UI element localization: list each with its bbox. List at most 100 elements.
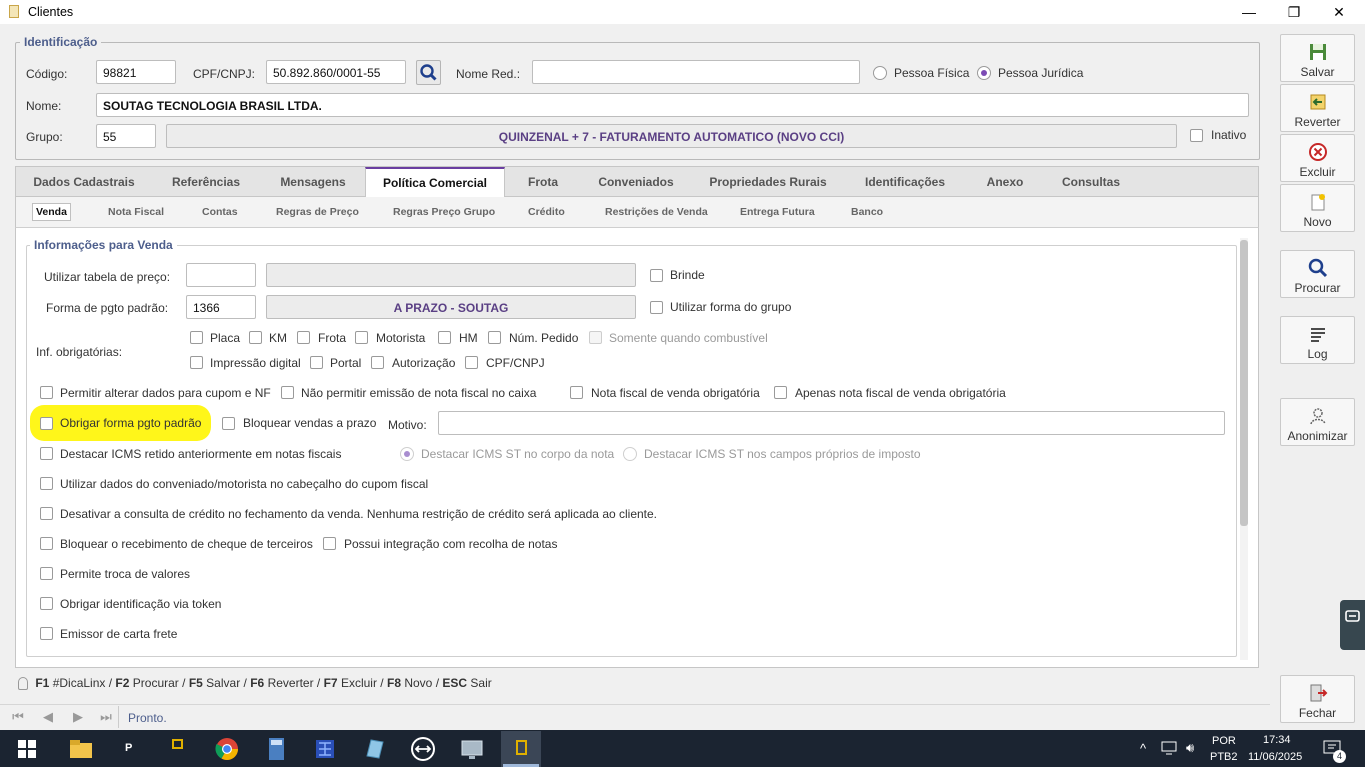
volume-icon[interactable]: 🔊︎ xyxy=(1186,740,1194,756)
clock-date[interactable]: 11/06/2025 xyxy=(1248,751,1302,763)
subtab-regras-preco[interactable]: Regras de Preço xyxy=(276,206,359,218)
subtab-credito[interactable]: Crédito xyxy=(528,206,565,218)
tab-identificacoes[interactable]: Identificações xyxy=(851,167,959,198)
inf-motorista-checkbox[interactable] xyxy=(355,331,368,344)
tab-politica-comercial[interactable]: Política Comercial xyxy=(365,167,505,198)
obrigar-forma-pgto-checkbox[interactable] xyxy=(40,417,53,430)
nao-permitir-emissao-checkbox[interactable] xyxy=(281,386,294,399)
nf-obrigatoria-checkbox[interactable] xyxy=(570,386,583,399)
nome-field[interactable]: SOUTAG TECNOLOGIA BRASIL LTDA. xyxy=(96,93,1249,117)
tab-mensagens[interactable]: Mensagens xyxy=(268,167,358,198)
inf-hm-checkbox[interactable] xyxy=(438,331,451,344)
bloquear-prazo-checkbox[interactable] xyxy=(222,417,235,430)
somente-combustivel-checkbox[interactable] xyxy=(589,331,602,344)
minimize-button[interactable]: — xyxy=(1238,3,1260,21)
motivo-field[interactable] xyxy=(438,411,1225,435)
windows-start-icon[interactable] xyxy=(16,738,38,760)
anonimizar-button[interactable]: Anonimizar xyxy=(1280,398,1355,446)
cpf-field[interactable]: 50.892.860/0001-55 xyxy=(266,60,406,84)
inf-placa-checkbox[interactable] xyxy=(190,331,203,344)
utilizar-dados-checkbox[interactable] xyxy=(40,477,53,490)
fechar-button[interactable]: Fechar xyxy=(1280,675,1355,723)
close-button[interactable]: ✕ xyxy=(1328,3,1350,21)
inf-portal-checkbox[interactable] xyxy=(310,356,323,369)
carta-frete-checkbox[interactable] xyxy=(40,627,53,640)
troca-valores-checkbox[interactable] xyxy=(40,567,53,580)
shortcut-f5: F5 xyxy=(188,676,203,690)
procurar-button[interactable]: Procurar xyxy=(1280,250,1355,298)
bloquear-cheque-checkbox[interactable] xyxy=(40,537,53,550)
subtab-nota-fiscal[interactable]: Nota Fiscal xyxy=(108,206,164,218)
calculator-icon[interactable] xyxy=(261,734,291,764)
linx-app-icon[interactable] xyxy=(506,734,536,764)
language-indicator[interactable]: POR xyxy=(1212,735,1236,747)
teamviewer-taskbar-icon[interactable] xyxy=(408,734,438,764)
integracao-recolha-checkbox[interactable] xyxy=(323,537,336,550)
codigo-field[interactable]: 98821 xyxy=(96,60,176,84)
pessoa-fisica-radio[interactable] xyxy=(873,66,887,80)
token-checkbox[interactable] xyxy=(40,597,53,610)
destacar-icms-checkbox[interactable] xyxy=(40,447,53,460)
scrollbar-thumb[interactable] xyxy=(1240,240,1248,526)
inf-cpf-cnpj-checkbox[interactable] xyxy=(465,356,478,369)
inf-autorizacao-checkbox[interactable] xyxy=(371,356,384,369)
utilizar-forma-grupo-checkbox[interactable] xyxy=(650,301,663,314)
tabela-preco-field[interactable] xyxy=(186,263,256,287)
sticky-app-icon[interactable] xyxy=(163,734,193,764)
inf-impressao-digital-label: Impressão digital xyxy=(210,356,301,370)
subtab-contas[interactable]: Contas xyxy=(202,206,238,218)
last-record-button[interactable]: ⏭ xyxy=(94,707,118,727)
tab-referencias[interactable]: Referências xyxy=(156,167,256,198)
subtab-banco[interactable]: Banco xyxy=(851,206,883,218)
show-hidden-icons[interactable]: ^ xyxy=(1140,741,1146,756)
tab-conveniados[interactable]: Conveniados xyxy=(586,167,686,198)
subtab-restricoes-venda[interactable]: Restrições de Venda xyxy=(605,206,708,218)
notes-app-icon[interactable] xyxy=(359,734,389,764)
tab-anexo[interactable]: Anexo xyxy=(970,167,1040,198)
inf-impressao-digital-checkbox[interactable] xyxy=(190,356,203,369)
subtab-entrega-futura[interactable]: Entrega Futura xyxy=(740,206,815,218)
nome-red-field[interactable] xyxy=(532,60,860,84)
apenas-nf-checkbox[interactable] xyxy=(774,386,787,399)
network-icon[interactable] xyxy=(1160,740,1178,756)
tab-consultas[interactable]: Consultas xyxy=(1050,167,1132,198)
desativar-credito-checkbox[interactable] xyxy=(40,507,53,520)
previous-record-button[interactable]: ◀ xyxy=(36,707,60,727)
subtab-venda[interactable]: Venda xyxy=(32,203,71,221)
remote-desktop-icon[interactable] xyxy=(457,734,487,764)
inf-km-checkbox[interactable] xyxy=(249,331,262,344)
log-button[interactable]: Log xyxy=(1280,316,1355,364)
inf-frota-checkbox[interactable] xyxy=(297,331,310,344)
pessoa-juridica-radio[interactable] xyxy=(977,66,991,80)
tab-frota[interactable]: Frota xyxy=(513,167,573,198)
reverter-button[interactable]: Reverter xyxy=(1280,84,1355,132)
salvar-button[interactable]: Salvar xyxy=(1280,34,1355,82)
first-record-button[interactable]: ⏮ xyxy=(6,707,30,727)
excluir-button[interactable]: Excluir xyxy=(1280,134,1355,182)
subtab-regras-preco-grupo[interactable]: Regras Preço Grupo xyxy=(393,206,495,218)
inf-num-pedido-checkbox[interactable] xyxy=(488,331,501,344)
icms-corpo-radio[interactable] xyxy=(400,447,414,461)
icms-campos-radio[interactable] xyxy=(623,447,637,461)
forma-pgto-field[interactable]: 1366 xyxy=(186,295,256,319)
app-icon xyxy=(9,5,19,18)
keyboard-layout-indicator[interactable]: PTB2 xyxy=(1210,751,1238,763)
fechar-label: Fechar xyxy=(1298,706,1337,720)
clock-time[interactable]: 17:34 xyxy=(1263,734,1291,746)
restore-button[interactable]: ❐ xyxy=(1283,3,1305,21)
search-cpf-button[interactable] xyxy=(416,60,441,85)
inf-num-pedido-label: Núm. Pedido xyxy=(509,331,579,345)
brinde-checkbox[interactable] xyxy=(650,269,663,282)
teamviewer-side-tab[interactable] xyxy=(1340,600,1365,650)
chrome-icon[interactable] xyxy=(212,734,242,764)
grupo-field[interactable]: 55 xyxy=(96,124,156,148)
tab-dados-cadastrais[interactable]: Dados Cadastrais xyxy=(24,167,144,198)
taskbar-p-icon[interactable]: P xyxy=(125,742,132,754)
novo-button[interactable]: Novo xyxy=(1280,184,1355,232)
permitir-alterar-checkbox[interactable] xyxy=(40,386,53,399)
inativo-checkbox[interactable] xyxy=(1190,129,1203,142)
next-record-button[interactable]: ▶ xyxy=(66,707,90,727)
network-app-icon[interactable] xyxy=(310,734,340,764)
file-explorer-icon[interactable] xyxy=(66,734,96,764)
tab-propriedades-rurais[interactable]: Propriedades Rurais xyxy=(698,167,838,198)
